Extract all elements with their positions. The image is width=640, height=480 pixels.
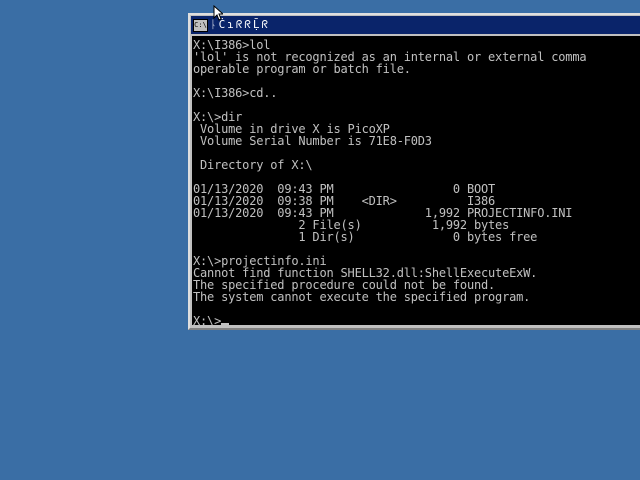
text-cursor — [221, 323, 230, 325]
titlebar-glyph: ᖇ — [235, 18, 243, 31]
cmd-icon[interactable]: C:\ — [193, 18, 208, 32]
command-prompt-window[interactable]: C:\ ᚿ Ċ ɿ ᖇ ᖇ Ḹ ᖇ X:\I386>lol 'lol' is n… — [188, 13, 640, 330]
titlebar-glyph: ɿ — [227, 18, 234, 31]
titlebar-glyph: ᖇ — [261, 18, 269, 31]
arrow-pointer-icon — [213, 5, 223, 21]
console-line: Directory of X:\ — [193, 158, 313, 172]
prompt-text: X:\> — [193, 314, 222, 325]
console-line: operable program or batch file. — [193, 62, 411, 76]
console-line: The system cannot execute the specified … — [193, 290, 531, 304]
console-output[interactable]: X:\I386>lol 'lol' is not recognized as a… — [192, 36, 640, 325]
titlebar-glyph: ᖇ — [244, 18, 251, 31]
console-line: Volume Serial Number is 71E8-F0D3 — [193, 134, 432, 148]
console-line: 1 Dir(s) 0 bytes free — [193, 230, 538, 244]
window-titlebar[interactable]: C:\ ᚿ Ċ ɿ ᖇ ᖇ Ḹ ᖇ — [191, 16, 640, 34]
console-lines: X:\I386>lol 'lol' is not recognized as a… — [193, 39, 587, 325]
prompt-line[interactable]: X:\> — [193, 315, 586, 325]
titlebar-glyph: Ḹ — [252, 18, 260, 31]
console-line: X:\I386>cd.. — [193, 86, 278, 100]
